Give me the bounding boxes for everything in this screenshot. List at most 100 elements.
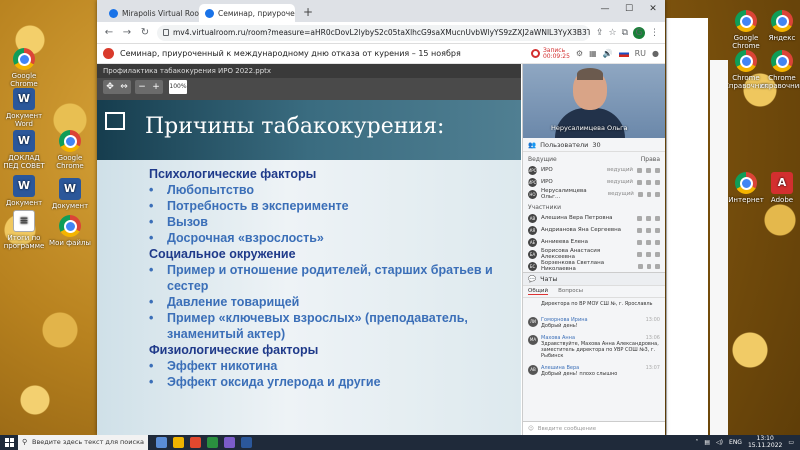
extensions-icon[interactable]: ⧉ [622,28,628,38]
media-toggle-icon[interactable] [646,251,652,257]
media-toggle-icon[interactable] [637,227,642,233]
forward-icon[interactable]: → [121,27,133,38]
layout-icon[interactable]: ▦ [589,49,597,58]
background-document-window[interactable] [666,18,708,436]
network-icon[interactable]: ▤ [704,439,710,446]
desktop-icon[interactable]: Google Chrome [48,130,92,170]
chrome-icon [13,48,35,70]
app-icon[interactable] [224,437,235,448]
move-icon[interactable]: ✥ [103,80,117,94]
media-toggle-icon[interactable] [646,215,651,221]
user-icon[interactable]: ● [652,49,659,58]
chat-tab-questions[interactable]: Вопросы [558,288,583,295]
chat-message: ЛИ Гоморнова Ирина 13:00 Добрый день! [523,314,665,332]
media-toggle-icon[interactable] [655,191,660,197]
user-name: Алешина Вера Петровна [541,215,613,221]
user-row[interactable]: БА Борисова Анастасия Алексеевна [523,248,665,260]
record-indicator[interactable]: Запись 00:09:25 [530,47,570,60]
new-tab-button[interactable]: + [295,5,321,22]
maximize-icon[interactable]: ☐ [617,0,641,18]
reload-icon[interactable]: ↻ [139,27,151,38]
volume-tray-icon[interactable]: ◁) [716,439,723,446]
desktop-icon[interactable]: Мои файлы [48,215,92,247]
app-icon[interactable] [190,437,201,448]
media-toggle-icon[interactable] [646,191,652,197]
zoom-in-button[interactable]: + [149,80,163,94]
record-time: 00:09:25 [542,52,570,60]
media-toggle-icon[interactable] [637,167,642,173]
emoji-icon[interactable]: ☺ [528,426,534,432]
media-toggle-icon[interactable] [655,227,660,233]
media-toggle-icon[interactable] [655,239,660,245]
media-toggle-icon[interactable] [646,167,651,173]
background-window-strip[interactable] [710,60,728,440]
bookmark-star-icon[interactable]: ☆ [608,28,616,38]
desktop-icon[interactable]: Яндекс [760,10,800,42]
user-row[interactable]: ИРО ИРО ведущий [523,176,665,188]
zoom-level[interactable]: 100% [169,80,187,94]
settings-icon[interactable]: ⚙ [576,49,583,58]
back-icon[interactable]: ← [103,27,115,38]
tray-arrow-icon[interactable]: ˄ [695,439,698,446]
user-row[interactable]: НО Нерусалимцева Ольг... ведущий [523,188,665,200]
profile-avatar[interactable]: G [633,26,645,39]
tab-seminar[interactable]: Семинар, приуроченный к ✕ [199,4,295,22]
user-row[interactable]: АЯ Андрианова Яна Сергеевна [523,224,665,236]
tab-mirapolis[interactable]: Mirapolis Virtual Room ✕ [103,4,199,22]
chrome-icon [59,130,81,152]
explorer-icon[interactable] [173,437,184,448]
chat-header[interactable]: 💬 Чаты [523,272,665,286]
user-row[interactable]: ИРО ИРО ведущий [523,164,665,176]
media-toggle-icon[interactable] [637,215,642,221]
desktop-icon-label: Документ [5,199,43,207]
media-toggle-icon[interactable] [637,239,642,245]
share-icon[interactable]: ⇪ [596,28,604,38]
minimize-icon[interactable]: — [593,0,617,18]
desktop-icon[interactable]: W Документ [2,175,46,207]
user-row[interactable]: БС Борзенкова Светлана Николаевна [523,260,665,272]
notifications-icon[interactable]: ▭ [788,439,794,446]
zoom-out-button[interactable]: − [135,80,149,94]
desktop-icon[interactable]: ≡ Итоги по программе [2,210,46,250]
media-toggle-icon[interactable] [655,167,660,173]
chat-input[interactable]: ☺ Введите сообщение [523,421,665,435]
chrome-taskbar-icon[interactable] [207,437,218,448]
media-toggle-icon[interactable] [646,239,651,245]
slide-bullet: Пример «ключевых взрослых» (преподавател… [149,310,521,342]
fit-icon[interactable]: ⇔ [117,80,131,94]
desktop-icon[interactable]: Google Chrome [2,48,46,88]
media-toggle-icon[interactable] [655,263,660,269]
media-toggle-icon[interactable] [655,179,660,185]
desktop-icon[interactable]: W ДОКЛАД ПЕД СОВЕТ [2,130,46,170]
media-toggle-icon[interactable] [637,191,643,197]
close-window-icon[interactable]: ✕ [641,0,665,18]
desktop-icon[interactable]: W Документ [48,178,92,210]
desktop-icon[interactable]: Интернет [724,172,768,204]
media-toggle-icon[interactable] [655,215,660,221]
media-toggle-icon[interactable] [637,179,642,185]
user-name: Нерусалимцева Ольг... [541,188,587,200]
clock[interactable]: 13:10 15.11.2022 [748,435,782,449]
media-toggle-icon[interactable] [646,179,651,185]
start-button[interactable] [0,435,18,450]
url-field[interactable]: mv4.virtualroom.ru/room?measure=aHR0cDov… [157,24,590,41]
desktop-icon[interactable]: W Документ Word [2,88,46,128]
users-header[interactable]: 👥 Пользователи 30 [523,138,665,152]
chat-tab-general[interactable]: Общий [528,288,549,295]
user-row[interactable]: АЕ Анниеева Елена [523,236,665,248]
task-view-icon[interactable] [156,437,167,448]
language-selector[interactable]: RU [635,49,646,58]
input-language[interactable]: ENG [729,439,742,446]
user-row[interactable]: АВ Алешина Вера Петровна [523,212,665,224]
word-taskbar-icon[interactable] [241,437,252,448]
word-icon: W [59,178,81,200]
volume-icon[interactable]: 🔊 [603,49,613,58]
media-toggle-icon[interactable] [638,263,643,269]
taskbar-search[interactable]: Введите здесь текст для поиска [18,435,148,450]
menu-dots-icon[interactable]: ⋮ [650,28,659,38]
media-toggle-icon[interactable] [637,251,643,257]
desktop-icon[interactable]: Chrome справочник [760,50,800,90]
media-toggle-icon[interactable] [655,251,660,257]
media-toggle-icon[interactable] [646,227,651,233]
media-toggle-icon[interactable] [646,263,652,269]
